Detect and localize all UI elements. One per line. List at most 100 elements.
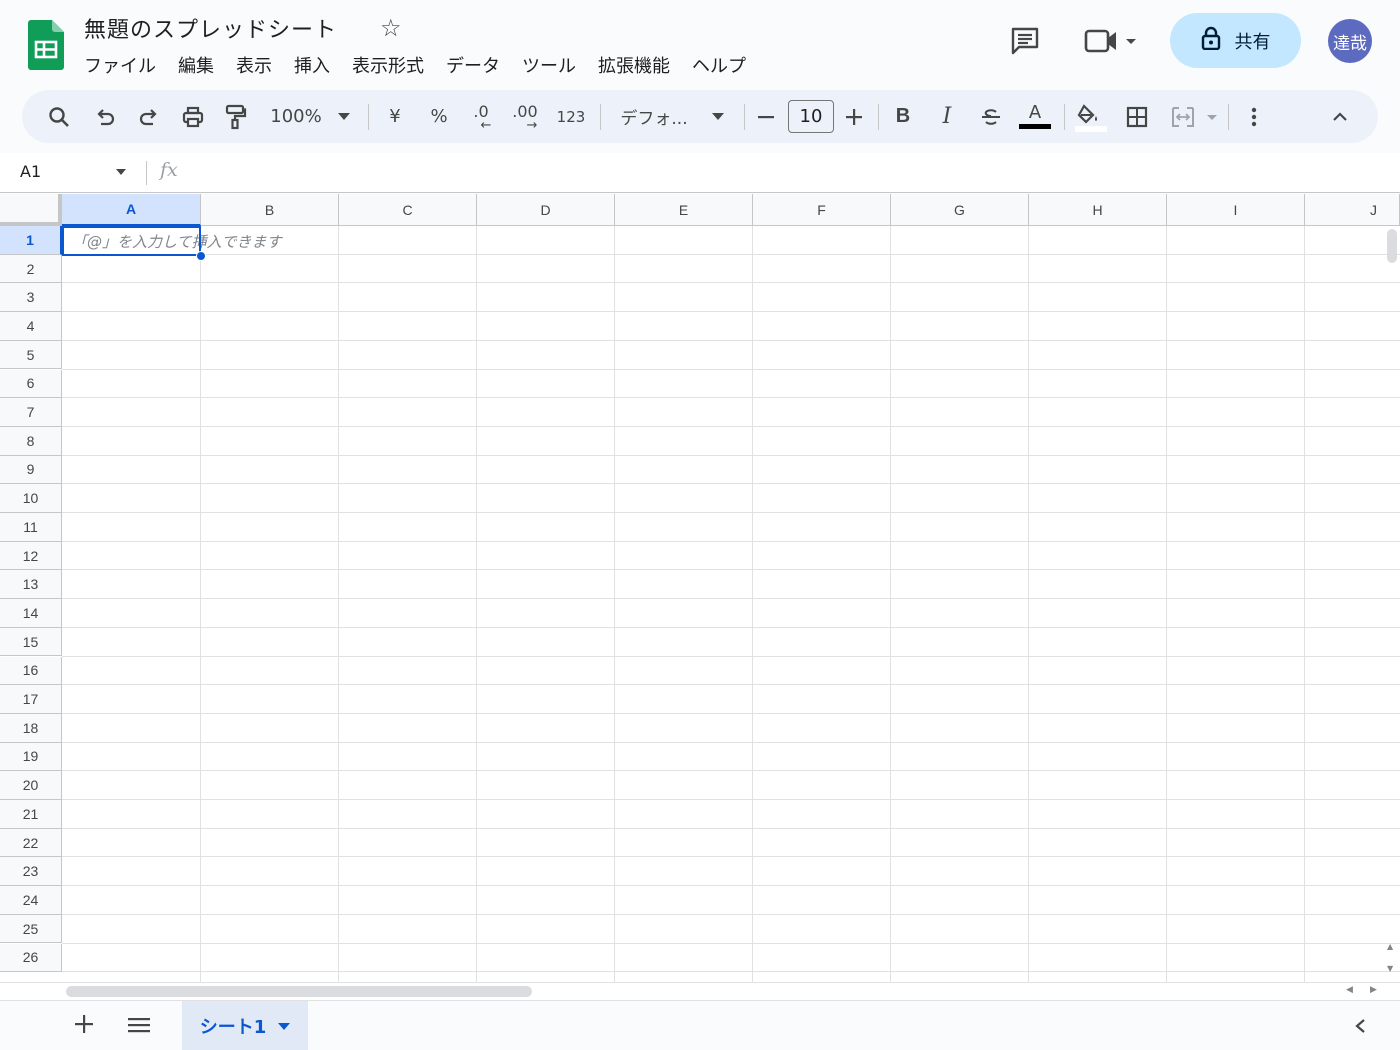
menu-format[interactable]: 表示形式 — [352, 52, 424, 78]
row-header-16[interactable]: 16 — [0, 656, 62, 686]
avatar[interactable]: 達哉 — [1328, 19, 1372, 63]
more-options-icon[interactable] — [1244, 90, 1264, 143]
row-header-3[interactable]: 3 — [0, 283, 62, 313]
menu-insert[interactable]: 挿入 — [294, 52, 330, 78]
add-sheet-icon[interactable] — [74, 1014, 94, 1038]
row-header-19[interactable]: 19 — [0, 742, 62, 772]
star-icon[interactable]: ☆ — [380, 14, 402, 42]
collapse-toolbar-icon[interactable] — [1328, 90, 1352, 143]
borders-icon[interactable] — [1124, 90, 1150, 143]
plus-icon[interactable] — [842, 90, 866, 143]
menu-tools[interactable]: ツール — [522, 52, 576, 78]
row-header-26[interactable]: 26 — [0, 943, 62, 973]
row-header-24[interactable]: 24 — [0, 886, 62, 915]
row-header-11[interactable]: 11 — [0, 513, 62, 542]
horizontal-scrollbar-thumb[interactable] — [66, 986, 532, 997]
merge-cells-icon[interactable] — [1170, 90, 1220, 143]
row-header-2[interactable]: 2 — [0, 254, 62, 284]
column-header-i[interactable]: I — [1167, 194, 1305, 226]
scroll-right-arrow-icon[interactable]: ▶ — [1370, 985, 1377, 995]
row-header-9[interactable]: 9 — [0, 455, 62, 485]
row-header-7[interactable]: 7 — [0, 398, 62, 427]
row-header-10[interactable]: 10 — [0, 484, 62, 513]
row-header-25[interactable]: 25 — [0, 914, 62, 944]
comments-icon[interactable] — [1010, 26, 1040, 60]
redo-icon[interactable] — [134, 90, 164, 143]
vertical-scrollbar-thumb[interactable] — [1387, 229, 1397, 263]
minus-icon[interactable] — [754, 90, 778, 143]
row-gridline — [62, 512, 1400, 513]
row-header-12[interactable]: 12 — [0, 541, 62, 571]
percent-format-button[interactable]: % — [426, 90, 452, 143]
print-icon[interactable] — [178, 90, 208, 143]
scroll-left-arrow-icon[interactable]: ◀ — [1346, 985, 1353, 995]
column-header-d[interactable]: D — [477, 194, 615, 226]
select-all-corner[interactable] — [0, 194, 62, 226]
scroll-up-arrow-icon[interactable]: ▲ — [1387, 942, 1393, 951]
undo-icon[interactable] — [90, 90, 120, 143]
menu-data[interactable]: データ — [446, 52, 500, 78]
explore-collapse-icon[interactable] — [1354, 1018, 1366, 1038]
row-header-6[interactable]: 6 — [0, 369, 62, 399]
scroll-down-arrow-icon[interactable]: ▼ — [1387, 964, 1393, 973]
number-format-button[interactable]: 123 — [554, 90, 588, 143]
column-header-f[interactable]: F — [753, 194, 891, 226]
column-header-b[interactable]: B — [201, 194, 339, 226]
row-header-1[interactable]: 1 — [0, 226, 62, 255]
currency-format-button[interactable]: ¥ — [382, 90, 408, 143]
font-family-select[interactable]: デフォ... — [618, 90, 690, 143]
row-header-21[interactable]: 21 — [0, 800, 62, 829]
column-header-h[interactable]: H — [1029, 194, 1167, 226]
all-sheets-menu-icon[interactable] — [128, 1016, 150, 1038]
strikethrough-icon[interactable] — [978, 90, 1004, 143]
row-header-8[interactable]: 8 — [0, 426, 62, 456]
row-header-17[interactable]: 17 — [0, 685, 62, 714]
zoom-select[interactable]: 100% — [266, 90, 326, 143]
decrease-decimal-button[interactable]: .0 ← — [466, 90, 496, 143]
column-header-a[interactable]: A — [62, 194, 201, 226]
fill-handle[interactable] — [196, 251, 206, 261]
column-header-e[interactable]: E — [615, 194, 753, 226]
document-title[interactable]: 無題のスプレッドシート — [84, 12, 337, 44]
sheet-tab-1[interactable]: シート1 — [182, 1001, 308, 1050]
column-header-c[interactable]: C — [339, 194, 477, 226]
meet-video-icon[interactable] — [1084, 27, 1142, 61]
fill-color-icon[interactable] — [1074, 90, 1108, 143]
menu-edit[interactable]: 編集 — [178, 52, 214, 78]
bold-button[interactable]: B — [890, 90, 916, 143]
search-icon[interactable] — [44, 90, 74, 143]
menu-view[interactable]: 表示 — [236, 52, 272, 78]
column-header-g[interactable]: G — [891, 194, 1029, 226]
spreadsheet-grid[interactable]: A B C D E F G H I J 1 2 3 4 5 6 7 8 9 10 11 12 13 14 1… — [0, 194, 1400, 982]
menu-file[interactable]: ファイル — [84, 52, 156, 78]
increase-decimal-button[interactable]: .00 → — [508, 90, 542, 143]
selected-cell-a1[interactable] — [62, 226, 201, 256]
font-size-input[interactable]: 10 — [788, 100, 834, 133]
row-header-18[interactable]: 18 — [0, 713, 62, 743]
row-header-5[interactable]: 5 — [0, 340, 62, 370]
column-header-j[interactable]: J — [1305, 194, 1400, 226]
chevron-down-icon[interactable] — [334, 90, 354, 143]
menu-help[interactable]: ヘルプ — [692, 52, 746, 78]
font-chevron-down-icon[interactable] — [708, 90, 728, 143]
sheet-tab-chevron-down-icon[interactable] — [278, 1022, 291, 1030]
italic-button[interactable]: I — [934, 90, 960, 143]
sheets-logo-icon[interactable] — [28, 20, 64, 70]
name-box-chevron-down-icon[interactable] — [116, 169, 126, 175]
row-header-15[interactable]: 15 — [0, 627, 62, 657]
share-button[interactable]: 共有 — [1170, 13, 1301, 68]
row-header-20[interactable]: 20 — [0, 771, 62, 800]
formula-bar: A1 fx — [0, 153, 1400, 193]
row-header-22[interactable]: 22 — [0, 828, 62, 858]
menu-extensions[interactable]: 拡張機能 — [598, 52, 670, 78]
row-gridline — [62, 712, 1400, 714]
row-header-13[interactable]: 13 — [0, 570, 62, 600]
text-color-button[interactable]: A — [1018, 90, 1052, 143]
row-header-23[interactable]: 23 — [0, 857, 62, 887]
name-box[interactable]: A1 — [20, 162, 41, 181]
row-header-4[interactable]: 4 — [0, 312, 62, 341]
horizontal-scrollbar[interactable]: ◀ ▶ — [0, 982, 1400, 1000]
row-header-14[interactable]: 14 — [0, 599, 62, 628]
column-gridline — [890, 226, 891, 982]
paint-format-icon[interactable] — [220, 90, 250, 143]
